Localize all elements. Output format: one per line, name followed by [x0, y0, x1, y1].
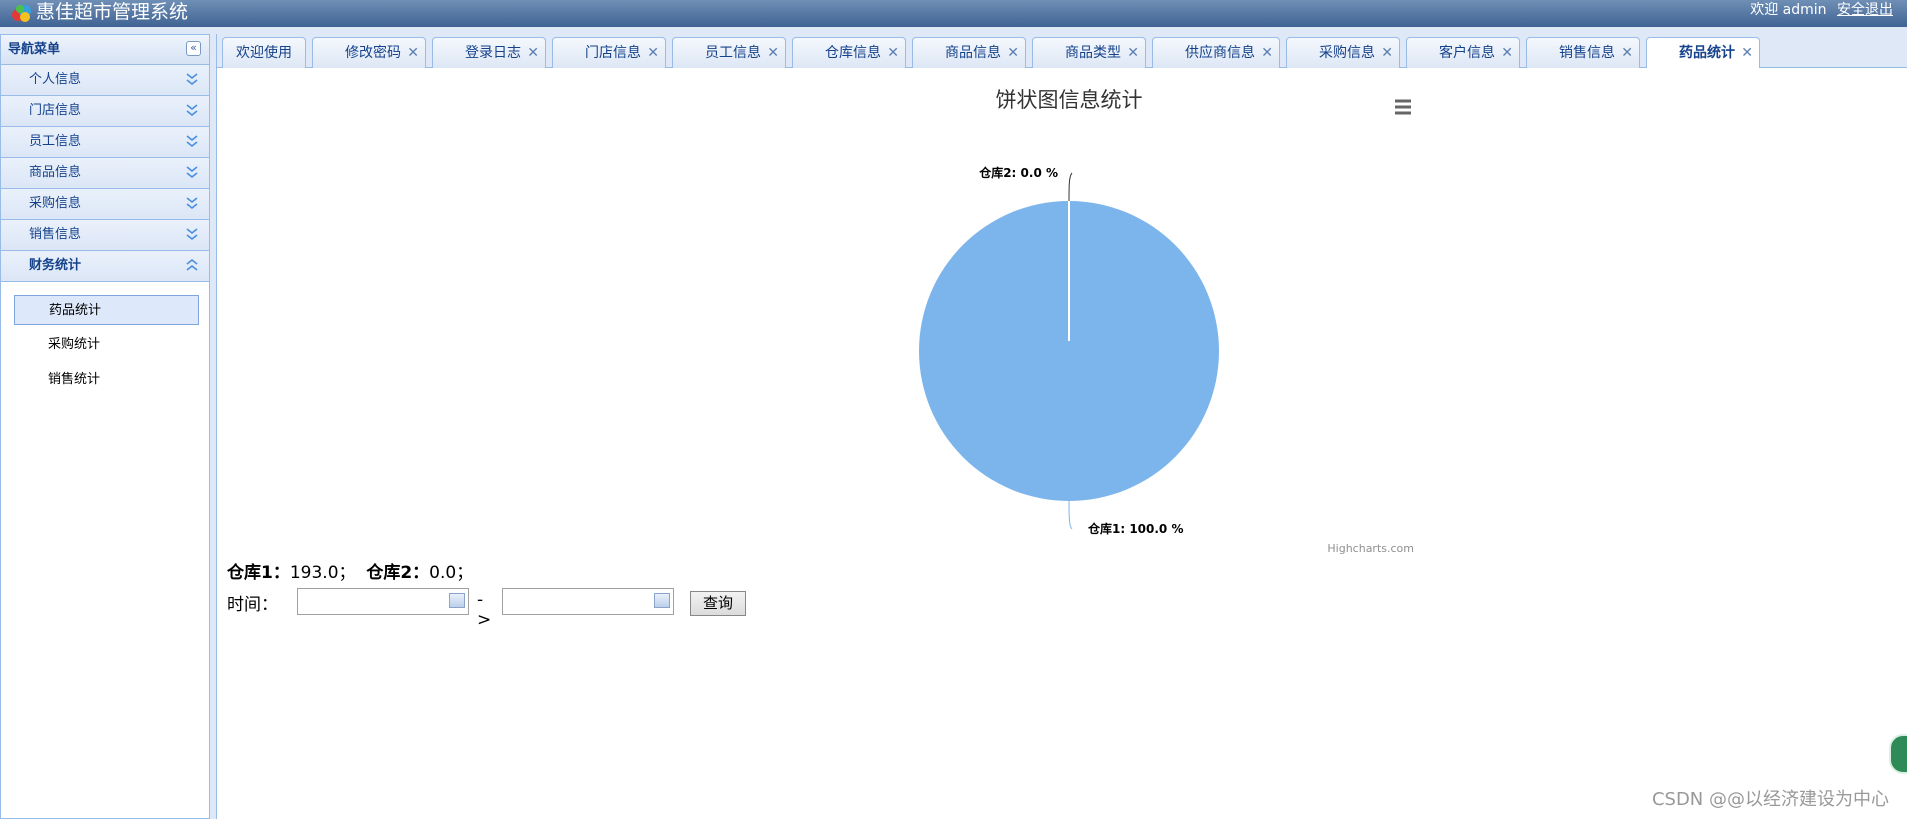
tab-staff-info[interactable]: 员工信息 ✕	[672, 37, 786, 68]
pie-chart: 饼状图信息统计 仓库1: 100.0 % 仓库2: 0.0 % Highchart…	[919, 88, 1414, 555]
sidebar-item-store[interactable]: 门店信息	[1, 96, 209, 127]
tab-label: 供应商信息	[1185, 45, 1255, 61]
calendar-icon[interactable]	[654, 593, 670, 608]
floating-action-button[interactable]	[1889, 734, 1907, 774]
end-date-input[interactable]	[502, 588, 674, 615]
submenu-item-drug-stats[interactable]: 药品统计	[14, 295, 199, 325]
main-panel: 饼状图信息统计 仓库1: 100.0 % 仓库2: 0.0 % Highchart…	[217, 68, 1907, 819]
chart-menu-icon[interactable]	[1393, 97, 1413, 117]
tab-label: 采购信息	[1319, 45, 1375, 61]
range-arrow: ->	[477, 590, 492, 630]
sidebar-item-sales[interactable]: 销售信息	[1, 220, 209, 251]
stat-label-w1: 仓库1：	[227, 563, 290, 583]
time-label: 时间：	[227, 595, 278, 615]
sidebar-item-label: 员工信息	[29, 134, 82, 149]
sidebar-item-label: 商品信息	[29, 165, 82, 180]
tab-label: 门店信息	[585, 45, 641, 61]
sidebar-item-label: 门店信息	[29, 103, 82, 118]
sidebar-item-goods[interactable]: 商品信息	[1, 158, 209, 189]
tab-customer-info[interactable]: 客户信息 ✕	[1406, 37, 1520, 68]
double-chevron-up-icon	[186, 258, 198, 271]
double-chevron-down-icon	[186, 166, 198, 179]
double-chevron-down-icon	[186, 73, 198, 86]
sidebar-item-purchase[interactable]: 采购信息	[1, 189, 209, 220]
app-header: 惠佳超市管理系统 欢迎 admin 安全退出	[0, 0, 1907, 27]
pie-data-label: 仓库1: 100.0 %	[1087, 521, 1184, 536]
close-icon[interactable]: ✕	[1381, 38, 1393, 68]
close-icon[interactable]: ✕	[1741, 38, 1753, 68]
tab-label: 商品类型	[1065, 45, 1121, 61]
tab-label: 欢迎使用	[236, 45, 292, 61]
sidebar-item-personal[interactable]: 个人信息	[1, 65, 209, 96]
start-date-input[interactable]	[297, 588, 469, 615]
data-label-connector	[1068, 500, 1073, 530]
tab-goods-type[interactable]: 商品类型 ✕	[1032, 37, 1146, 68]
sidebar: 导航菜单 « 个人信息 门店信息 员工信息 商品信息 采购信息 销售信息 财务统…	[0, 34, 210, 819]
double-chevron-down-icon	[186, 228, 198, 241]
tab-store-info[interactable]: 门店信息 ✕	[552, 37, 666, 68]
close-icon[interactable]: ✕	[1007, 38, 1019, 68]
double-chevron-down-icon	[186, 197, 198, 210]
tab-label: 商品信息	[945, 45, 1001, 61]
close-icon[interactable]: ✕	[1261, 38, 1273, 68]
tab-purchase-info[interactable]: 采购信息 ✕	[1286, 37, 1400, 68]
tab-drug-stats[interactable]: 药品统计 ✕	[1646, 37, 1760, 69]
sidebar-item-label: 财务统计	[29, 258, 82, 273]
tab-login-log[interactable]: 登录日志 ✕	[432, 37, 546, 68]
tab-label: 客户信息	[1439, 45, 1495, 61]
close-icon[interactable]: ✕	[887, 38, 899, 68]
submenu-item-purchase-stats[interactable]: 采购统计	[14, 330, 199, 360]
collapse-sidebar-button[interactable]: «	[186, 41, 201, 56]
sidebar-item-label: 个人信息	[29, 72, 82, 87]
sidebar-item-label: 销售信息	[29, 227, 82, 242]
sidebar-title: 导航菜单	[8, 42, 61, 57]
watermark-text: CSDN @@以经济建设为中心	[1651, 789, 1889, 810]
tab-label: 员工信息	[705, 45, 761, 61]
stat-value-w1: 193.0；	[289, 563, 356, 583]
double-chevron-down-icon	[186, 104, 198, 117]
calendar-icon[interactable]	[449, 593, 465, 608]
submenu-item-sales-stats[interactable]: 销售统计	[14, 365, 199, 395]
user-area: 欢迎 admin 安全退出	[1750, 0, 1893, 20]
close-icon[interactable]: ✕	[1501, 38, 1513, 68]
welcome-text: 欢迎 admin	[1750, 2, 1827, 18]
close-icon[interactable]: ✕	[527, 38, 539, 68]
stat-value-w2: 0.0；	[429, 563, 474, 583]
sidebar-item-staff[interactable]: 员工信息	[1, 127, 209, 158]
close-icon[interactable]: ✕	[767, 38, 779, 68]
close-icon[interactable]: ✕	[1127, 38, 1139, 68]
sidebar-item-label: 采购信息	[29, 196, 82, 211]
app-title: 惠佳超市管理系统	[36, 1, 189, 23]
logout-link[interactable]: 安全退出	[1837, 2, 1893, 18]
warehouse-stats: 仓库1：193.0； 仓库2：0.0；	[227, 560, 473, 586]
tab-goods-info[interactable]: 商品信息 ✕	[912, 37, 1026, 68]
tab-warehouse-info[interactable]: 仓库信息 ✕	[792, 37, 906, 68]
tab-label: 修改密码	[345, 45, 401, 61]
query-button[interactable]: 查询	[690, 591, 746, 616]
header-band	[0, 27, 1907, 34]
tab-label: 仓库信息	[825, 45, 881, 61]
tab-supplier-info[interactable]: 供应商信息 ✕	[1152, 37, 1280, 68]
tab-label: 药品统计	[1679, 45, 1735, 61]
close-icon[interactable]: ✕	[1621, 38, 1633, 68]
sidebar-header: 导航菜单 «	[1, 35, 209, 65]
tab-sales-info[interactable]: 销售信息 ✕	[1526, 37, 1640, 68]
sidebar-item-finance[interactable]: 财务统计	[1, 251, 209, 282]
tab-change-password[interactable]: 修改密码 ✕	[312, 37, 426, 68]
logo-icon	[12, 5, 31, 22]
double-chevron-down-icon	[186, 135, 198, 148]
pie-data-label: 仓库2: 0.0 %	[978, 165, 1058, 180]
stat-label-w2: 仓库2：	[366, 563, 430, 583]
tab-label: 销售信息	[1559, 45, 1615, 61]
tab-bar: 欢迎使用 修改密码 ✕ 登录日志 ✕ 门店信息 ✕ 员工信息 ✕ 仓库信息 ✕ 商品信息 ✕…	[217, 34, 1907, 69]
tab-label: 登录日志	[465, 45, 521, 61]
close-icon[interactable]: ✕	[407, 38, 419, 68]
sidebar-splitter[interactable]	[210, 34, 217, 819]
tab-welcome[interactable]: 欢迎使用	[222, 37, 306, 68]
finance-submenu: 药品统计 采购统计 销售统计	[1, 282, 209, 395]
chart-credits[interactable]: Highcharts.com	[1327, 542, 1414, 555]
chart-title: 饼状图信息统计	[996, 88, 1143, 112]
close-icon[interactable]: ✕	[647, 38, 659, 68]
data-label-connector	[1068, 172, 1073, 202]
